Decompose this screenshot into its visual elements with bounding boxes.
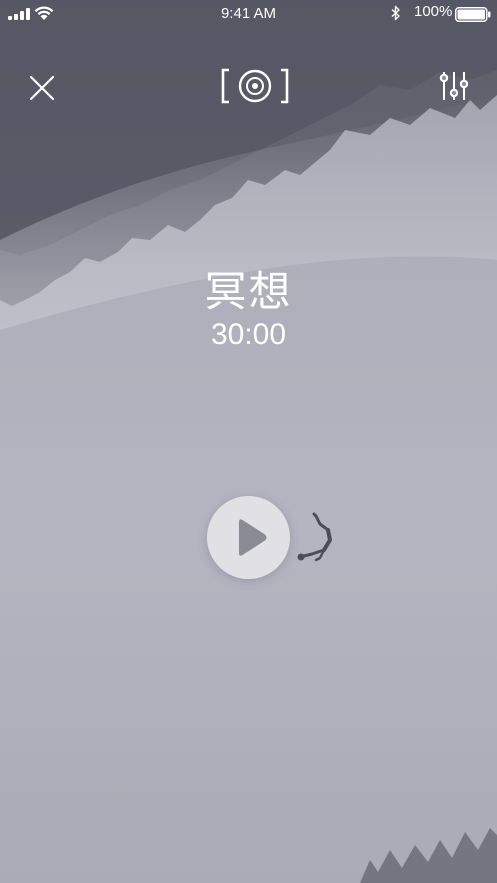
- falling-person-image: [297, 512, 332, 562]
- close-button[interactable]: [26, 72, 58, 104]
- play-icon: [239, 519, 267, 556]
- status-bar: 9:41 AM 100%: [0, 0, 497, 28]
- meditation-player-screen: 9:41 AM 100% 冥想 30:00: [0, 0, 497, 883]
- disc-button[interactable]: [218, 66, 292, 106]
- sliders-icon: [439, 72, 469, 100]
- close-icon: [29, 75, 55, 101]
- session-duration: 30:00: [210, 318, 287, 351]
- battery-percent: 100%: [414, 3, 453, 20]
- forest-background-image: [0, 0, 497, 883]
- settings-button[interactable]: [436, 68, 472, 104]
- battery-icon: [455, 7, 491, 22]
- session-title: 冥想: [204, 268, 293, 315]
- bluetooth-icon: [391, 5, 400, 21]
- play-button[interactable]: [207, 496, 290, 579]
- disc-icon: [221, 68, 289, 104]
